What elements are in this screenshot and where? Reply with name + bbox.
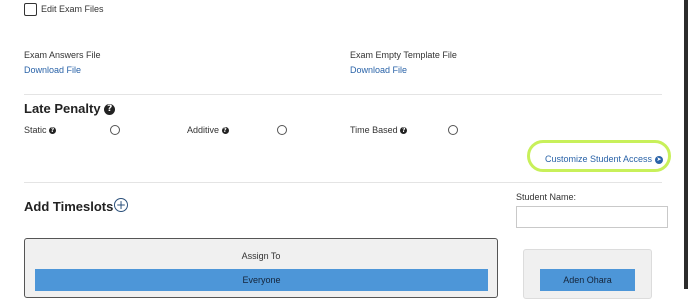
- edit-exam-files-checkbox[interactable]: [24, 3, 37, 16]
- exam-answers-file-label: Exam Answers File: [24, 50, 101, 60]
- penalty-option-label: Static: [24, 125, 47, 135]
- late-penalty-title-text: Late Penalty: [24, 101, 101, 116]
- add-timeslots-title: Add Timeslots: [24, 199, 114, 214]
- penalty-radio-static[interactable]: [110, 125, 120, 135]
- edit-exam-files-label: Edit Exam Files: [41, 4, 104, 14]
- question-circle-icon: ?: [49, 127, 57, 135]
- question-circle-icon: ?: [221, 127, 229, 135]
- question-circle-icon: ?: [104, 104, 116, 116]
- everyone-button[interactable]: Everyone: [35, 269, 488, 291]
- arrow-right-circle-icon: ➤: [655, 155, 664, 164]
- penalty-option-static: Static ?: [24, 125, 57, 135]
- question-circle-icon: ?: [400, 127, 408, 135]
- penalty-radio-additive[interactable]: [277, 125, 287, 135]
- exam-template-file-label: Exam Empty Template File: [350, 50, 457, 60]
- penalty-radio-time-based[interactable]: [448, 125, 458, 135]
- customize-student-access-link[interactable]: Customize Student Access ➤: [545, 154, 664, 164]
- exam-answers-download-link[interactable]: Download File: [24, 65, 81, 75]
- penalty-option-time-based: Time Based ?: [350, 125, 408, 135]
- student-button-aden-ohara[interactable]: Aden Ohara: [540, 269, 635, 291]
- exam-template-download-link[interactable]: Download File: [350, 65, 407, 75]
- customize-student-access-label: Customize Student Access: [545, 154, 653, 164]
- divider: [24, 182, 662, 183]
- student-name-input[interactable]: [516, 206, 668, 228]
- penalty-option-label: Time Based: [350, 125, 398, 135]
- student-name-label: Student Name:: [516, 192, 577, 202]
- late-penalty-title: Late Penalty ?: [24, 101, 116, 116]
- window-edge: [684, 0, 688, 289]
- assign-to-title: Assign To: [241, 251, 281, 261]
- plus-circle-icon[interactable]: +: [114, 198, 128, 212]
- penalty-option-label: Additive: [187, 125, 220, 135]
- penalty-option-additive: Additive ?: [187, 125, 229, 135]
- divider: [24, 94, 662, 95]
